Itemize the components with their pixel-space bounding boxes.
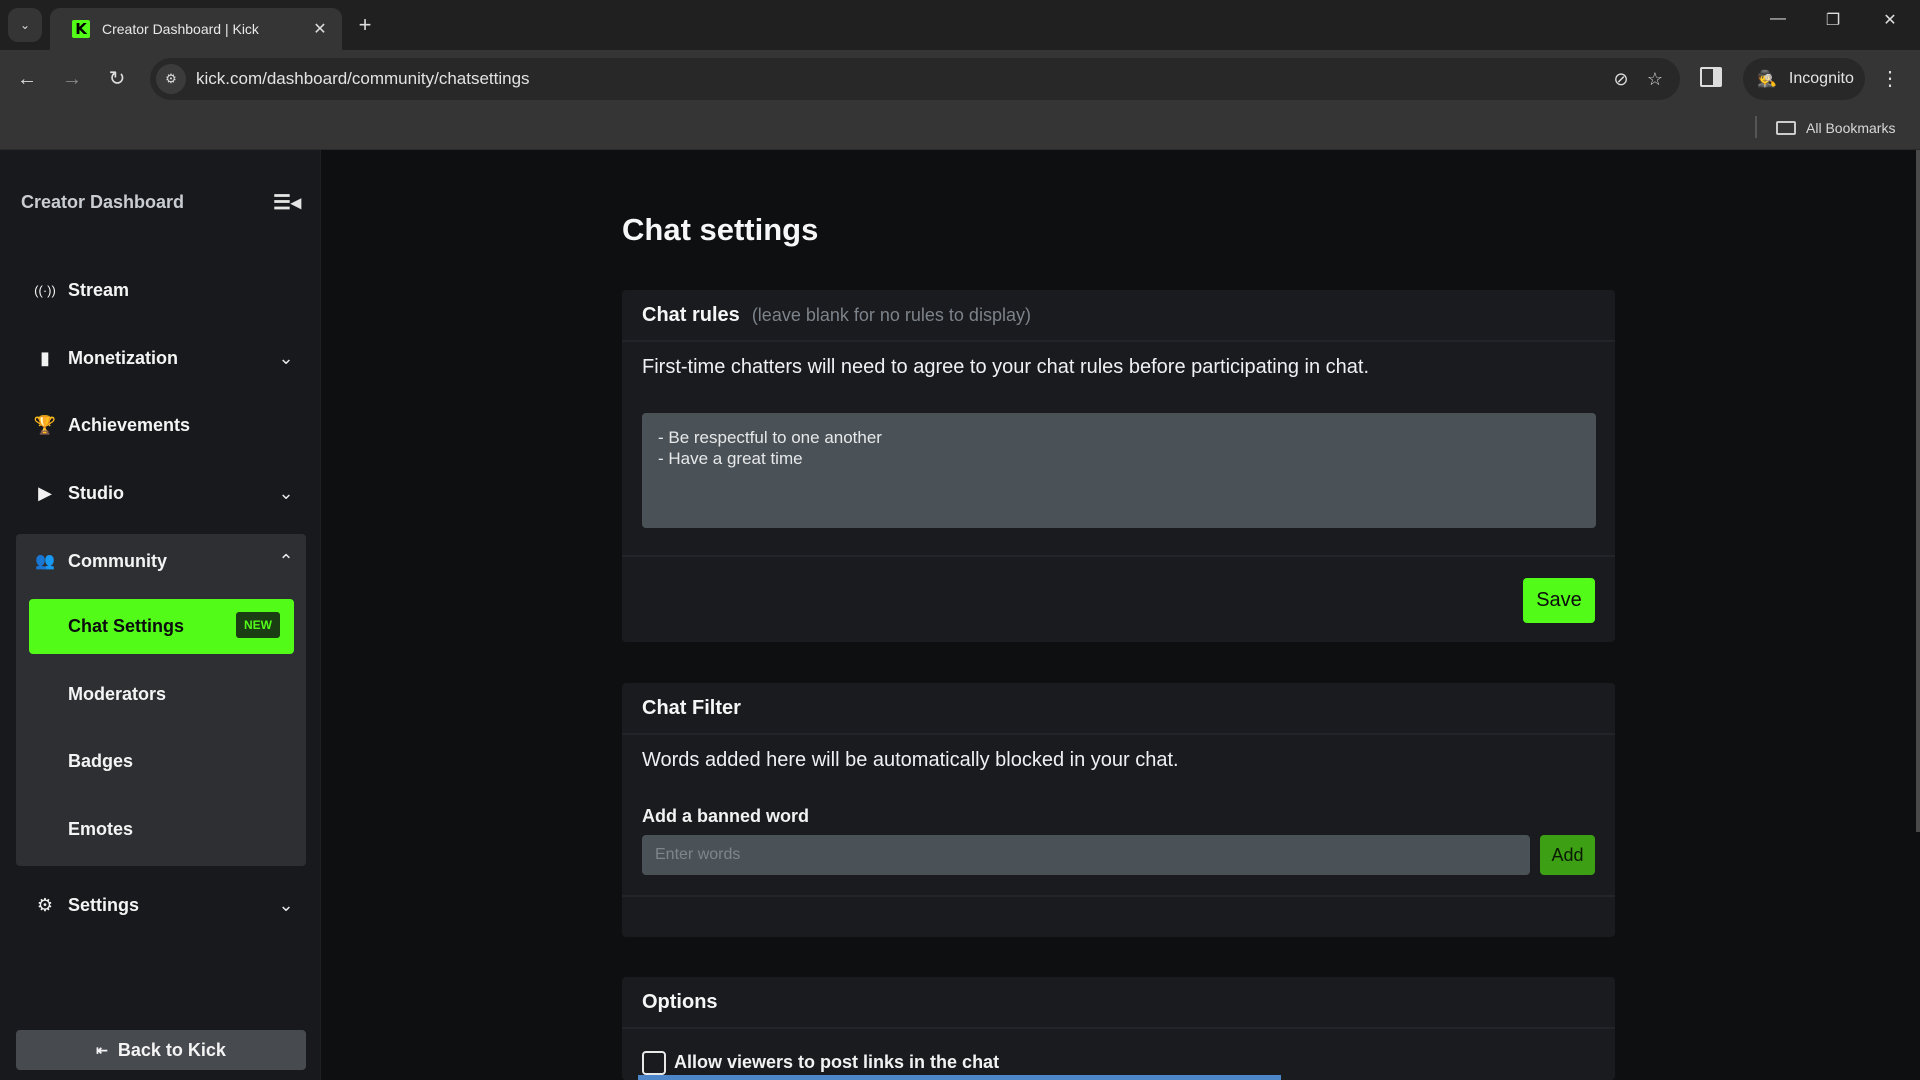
sidebar-item-label: Settings bbox=[68, 894, 140, 915]
sidebar-subitem-label: Emotes bbox=[68, 819, 134, 839]
users-icon: 👥 bbox=[35, 553, 55, 570]
tab-title: Creator Dashboard | Kick bbox=[102, 21, 259, 37]
chevron-down-icon: ⌄ bbox=[278, 347, 294, 368]
minimize-button[interactable]: — bbox=[1763, 10, 1793, 28]
side-panel-icon[interactable] bbox=[1700, 67, 1722, 87]
browser-toolbar: ← → ↻ ⚙ kick.com/dashboard/community/cha… bbox=[0, 50, 1920, 108]
incognito-indicator[interactable]: 🕵 Incognito bbox=[1743, 58, 1865, 100]
chat-rules-textarea[interactable]: - Be respectful to one another - Have a … bbox=[642, 413, 1596, 528]
page: Creator Dashboard ☰◂ ((·)) Stream ▮ Mone… bbox=[0, 150, 1920, 1080]
browser-tab[interactable]: K Creator Dashboard | Kick ✕ bbox=[50, 8, 342, 50]
banned-word-label: Add a banned word bbox=[642, 806, 810, 826]
community-group: 👥 Community ⌃ Chat Settings NEW Moderato… bbox=[16, 534, 306, 866]
sidebar-title: Creator Dashboard bbox=[21, 192, 185, 212]
incognito-icon: 🕵 bbox=[1757, 71, 1777, 88]
chevron-down-icon: ⌄ bbox=[278, 894, 294, 915]
all-bookmarks-button[interactable]: All Bookmarks bbox=[1776, 116, 1895, 140]
address-bar[interactable]: ⚙ kick.com/dashboard/community/chatsetti… bbox=[150, 58, 1680, 100]
bar-chart-icon: ▮ bbox=[40, 347, 50, 368]
close-window-button[interactable]: ✕ bbox=[1875, 10, 1905, 30]
bookmark-star-icon[interactable]: ☆ bbox=[1638, 69, 1672, 90]
options-card: Options Allow viewers to post links in t… bbox=[622, 977, 1615, 1080]
incognito-label: Incognito bbox=[1788, 70, 1854, 87]
sidebar-item-monetization[interactable]: ▮ Monetization ⌄ bbox=[16, 333, 306, 383]
card-divider bbox=[622, 555, 1615, 557]
chat-rules-description: First-time chatters will need to agree t… bbox=[642, 356, 1370, 378]
gear-icon: ⚙ bbox=[36, 894, 54, 915]
sidebar-item-achievements[interactable]: 🏆 Achievements bbox=[16, 400, 306, 450]
sidebar-item-settings[interactable]: ⚙ Settings ⌄ bbox=[16, 880, 306, 930]
new-tab-button[interactable]: + bbox=[352, 12, 378, 38]
chat-rules-hint: (leave blank for no rules to display) bbox=[751, 304, 1031, 325]
broadcast-icon: ((·)) bbox=[34, 282, 56, 298]
chat-filter-card: Chat Filter Words added here will be aut… bbox=[622, 683, 1615, 937]
exit-icon: ⇤ bbox=[96, 1041, 108, 1058]
card-divider bbox=[622, 895, 1615, 897]
folder-icon bbox=[1776, 121, 1796, 135]
site-info-icon[interactable]: ⚙ bbox=[156, 64, 186, 94]
chevron-down-icon: ⌄ bbox=[19, 18, 31, 32]
sidebar: Creator Dashboard ☰◂ ((·)) Stream ▮ Mone… bbox=[0, 150, 321, 1080]
page-scrollbar[interactable] bbox=[1916, 150, 1920, 1080]
video-icon: ▶ bbox=[38, 482, 52, 503]
chat-rules-header: Chat rules (leave blank for no rules to … bbox=[622, 290, 1615, 342]
banned-word-input[interactable] bbox=[642, 835, 1530, 875]
browser-menu-icon[interactable]: ⋮ bbox=[1880, 64, 1900, 94]
page-title: Chat settings bbox=[622, 212, 819, 247]
chat-filter-title: Chat Filter bbox=[642, 696, 741, 719]
new-badge: NEW bbox=[236, 612, 280, 638]
sidebar-item-label: Achievements bbox=[68, 414, 191, 435]
back-button[interactable]: ← bbox=[12, 64, 42, 94]
sidebar-item-label: Studio bbox=[68, 482, 124, 503]
sidebar-item-community[interactable]: 👥 Community ⌃ bbox=[16, 536, 306, 586]
reload-button[interactable]: ↻ bbox=[102, 64, 132, 94]
eye-off-icon[interactable]: ⊘ bbox=[1604, 69, 1638, 90]
sidebar-item-label: Community bbox=[68, 550, 167, 571]
trophy-icon: 🏆 bbox=[33, 414, 57, 435]
scrollbar-thumb[interactable] bbox=[1916, 150, 1920, 832]
tab-search-button[interactable]: ⌄ bbox=[8, 8, 42, 42]
sidebar-subitem-emotes[interactable]: Emotes bbox=[29, 802, 294, 857]
sidebar-subitem-moderators[interactable]: Moderators bbox=[29, 667, 294, 722]
focus-highlight-strip bbox=[638, 1075, 1281, 1080]
chevron-up-icon: ⌃ bbox=[278, 550, 294, 571]
sidebar-item-studio[interactable]: ▶ Studio ⌄ bbox=[16, 468, 306, 518]
close-tab-icon[interactable]: ✕ bbox=[310, 19, 330, 39]
back-to-kick-button[interactable]: ⇤ Back to Kick bbox=[16, 1030, 306, 1070]
maximize-button[interactable]: ❐ bbox=[1818, 10, 1848, 30]
bookmarks-divider bbox=[1755, 116, 1757, 138]
collapse-sidebar-icon[interactable]: ☰◂ bbox=[273, 190, 301, 215]
bookmarks-bar: All Bookmarks bbox=[0, 108, 1920, 150]
options-header: Options bbox=[622, 977, 1615, 1029]
sidebar-header: Creator Dashboard ☰◂ bbox=[21, 190, 301, 215]
back-to-kick-label: Back to Kick bbox=[117, 1039, 226, 1060]
chevron-down-icon: ⌄ bbox=[278, 482, 294, 503]
sidebar-subitem-badges[interactable]: Badges bbox=[29, 734, 294, 789]
sidebar-subitem-label: Chat Settings bbox=[68, 616, 185, 636]
sidebar-subitem-label: Badges bbox=[68, 751, 134, 771]
browser-tab-bar: ⌄ K Creator Dashboard | Kick ✕ + — ❐ ✕ bbox=[0, 0, 1920, 50]
add-word-button[interactable]: Add bbox=[1540, 835, 1595, 875]
all-bookmarks-label: All Bookmarks bbox=[1806, 120, 1896, 136]
sidebar-item-stream[interactable]: ((·)) Stream bbox=[16, 265, 306, 315]
sidebar-subitem-label: Moderators bbox=[68, 684, 167, 704]
allow-links-checkbox[interactable] bbox=[642, 1051, 666, 1075]
kick-favicon-icon: K bbox=[72, 20, 90, 38]
sidebar-item-label: Stream bbox=[68, 279, 130, 300]
chat-rules-title: Chat rules bbox=[642, 303, 740, 326]
allow-links-label[interactable]: Allow viewers to post links in the chat bbox=[674, 1052, 999, 1073]
options-title: Options bbox=[642, 990, 718, 1013]
chat-rules-card: Chat rules (leave blank for no rules to … bbox=[622, 290, 1615, 642]
chat-filter-header: Chat Filter bbox=[622, 683, 1615, 735]
chat-filter-description: Words added here will be automatically b… bbox=[642, 749, 1179, 771]
save-button[interactable]: Save bbox=[1523, 578, 1595, 623]
sidebar-subitem-chat-settings[interactable]: Chat Settings NEW bbox=[29, 599, 294, 654]
url-text[interactable]: kick.com/dashboard/community/chatsetting… bbox=[196, 69, 1604, 89]
forward-button[interactable]: → bbox=[57, 64, 87, 94]
sidebar-item-label: Monetization bbox=[68, 347, 178, 368]
